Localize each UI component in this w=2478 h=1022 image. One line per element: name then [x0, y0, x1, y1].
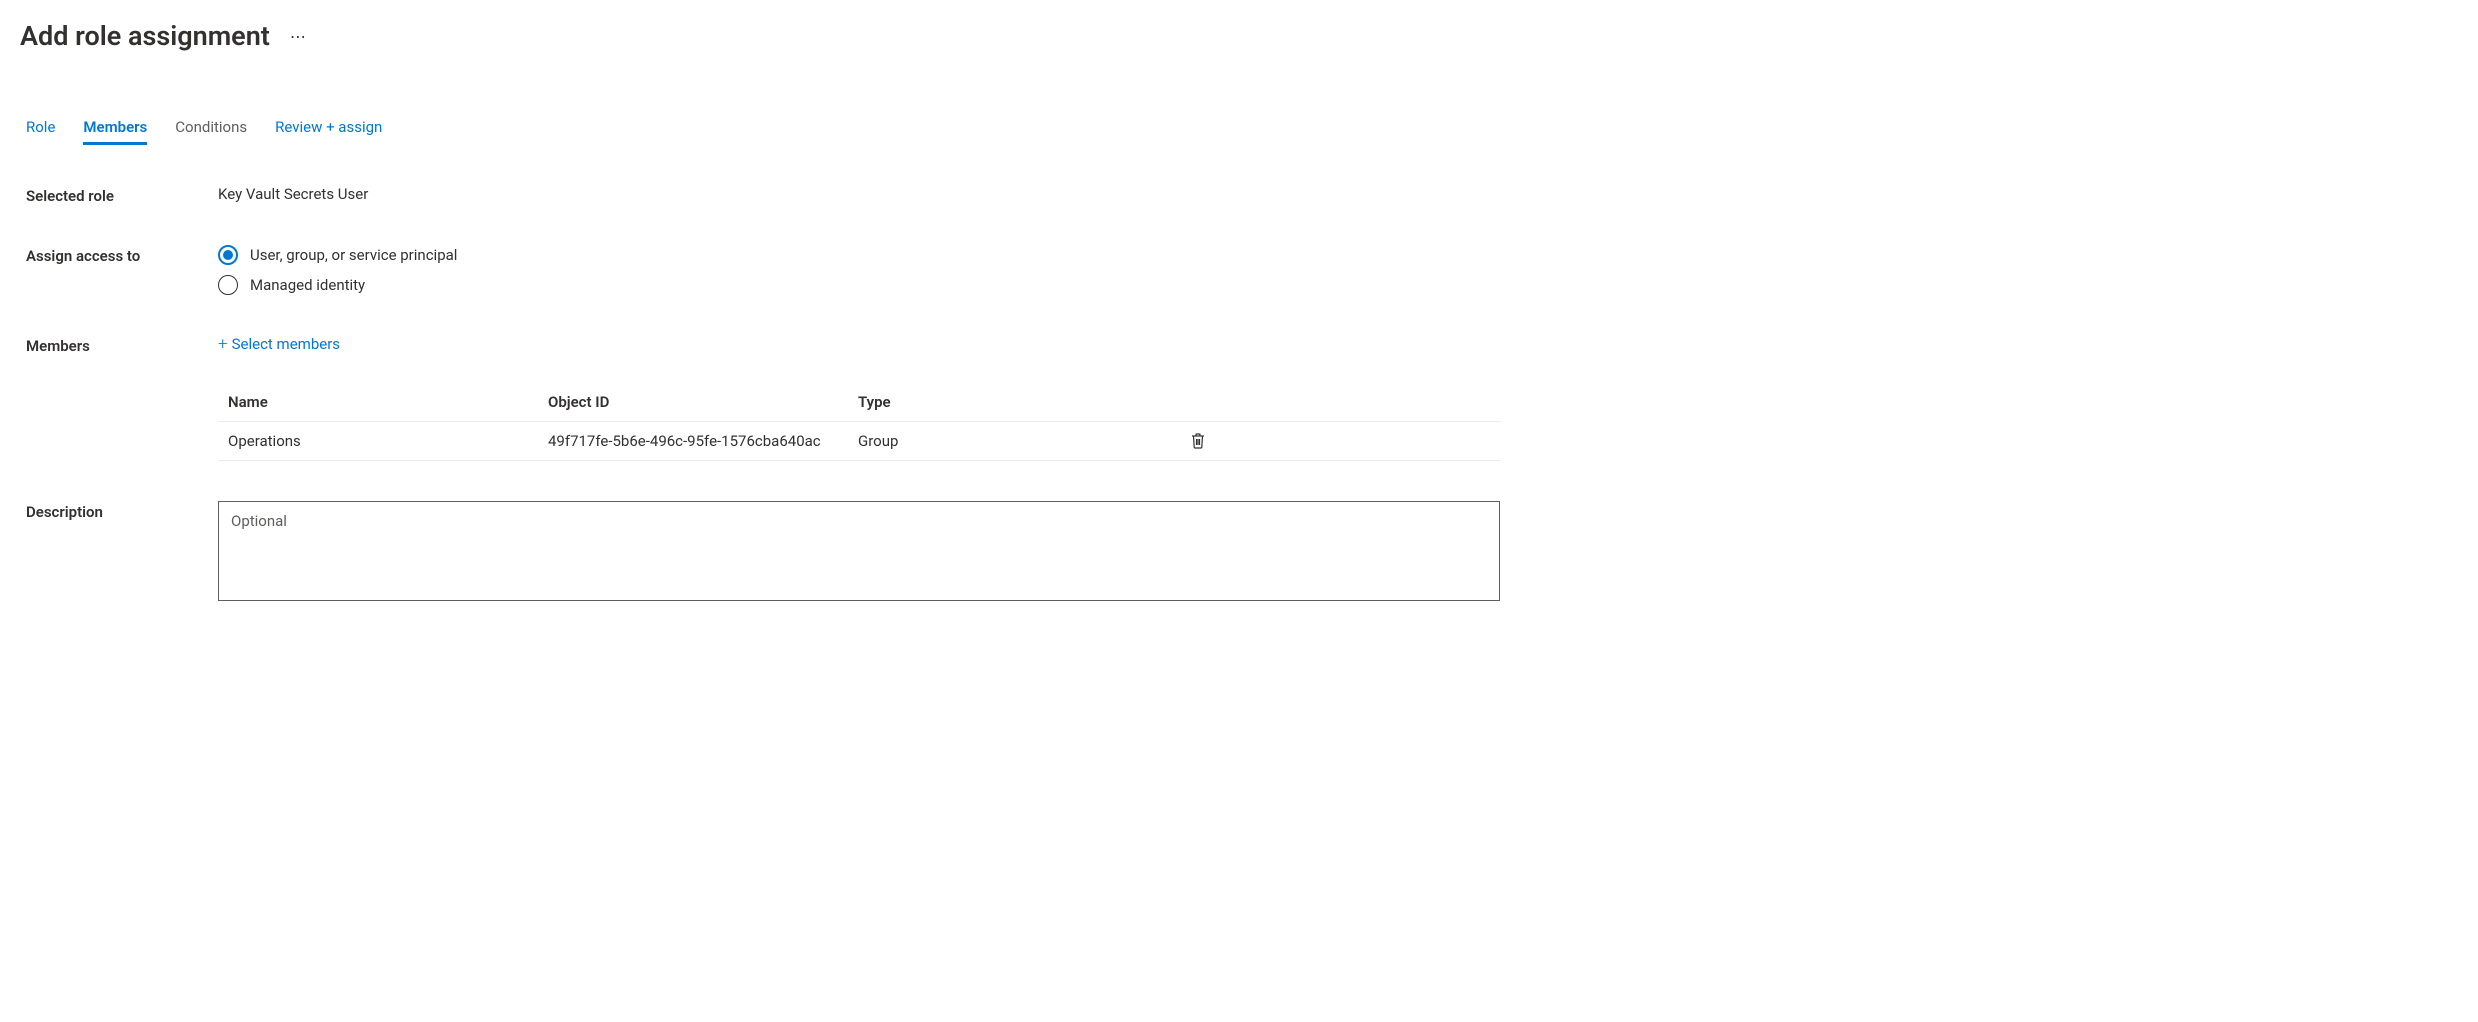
label-selected-role: Selected role — [26, 185, 218, 205]
page-title: Add role assignment — [20, 20, 270, 52]
tabs: Role Members Conditions Review + assign — [20, 112, 2458, 145]
members-value: + Select members Name Object ID Type Ope… — [218, 335, 1500, 461]
radio-icon — [218, 245, 238, 265]
trash-icon — [1190, 432, 1206, 450]
description-input[interactable] — [218, 501, 1500, 601]
col-object-id: Object ID — [548, 393, 858, 411]
cell-name: Operations — [228, 432, 548, 450]
radio-icon — [218, 275, 238, 295]
label-description: Description — [26, 501, 218, 601]
plus-icon: + — [218, 336, 228, 353]
form: Selected role Key Vault Secrets User Ass… — [20, 185, 1500, 601]
more-actions-icon[interactable]: ⋯ — [290, 27, 308, 46]
assign-access-radiogroup: User, group, or service principal Manage… — [218, 245, 1500, 295]
tab-review-assign[interactable]: Review + assign — [275, 112, 382, 145]
page-header: Add role assignment ⋯ — [20, 20, 2458, 52]
select-members-button[interactable]: + Select members — [218, 335, 1500, 353]
cell-type: Group — [858, 432, 1178, 450]
delete-member-button[interactable] — [1178, 432, 1218, 450]
radio-managed-identity[interactable]: Managed identity — [218, 275, 1500, 295]
tab-role[interactable]: Role — [26, 112, 55, 145]
col-name: Name — [228, 393, 548, 411]
label-members: Members — [26, 335, 218, 461]
radio-label-managed: Managed identity — [250, 276, 365, 294]
table-header-row: Name Object ID Type — [218, 383, 1500, 422]
col-type: Type — [858, 393, 1178, 411]
radio-label-user: User, group, or service principal — [250, 246, 457, 264]
table-row: Operations 49f717fe-5b6e-496c-95fe-1576c… — [218, 422, 1500, 461]
tab-conditions[interactable]: Conditions — [175, 112, 247, 145]
value-selected-role: Key Vault Secrets User — [218, 185, 1500, 205]
tab-members[interactable]: Members — [83, 112, 147, 145]
label-assign-access: Assign access to — [26, 245, 218, 295]
radio-user-group-sp[interactable]: User, group, or service principal — [218, 245, 1500, 265]
members-table: Name Object ID Type Operations 49f717fe-… — [218, 383, 1500, 461]
select-members-label: Select members — [232, 335, 340, 353]
cell-object-id: 49f717fe-5b6e-496c-95fe-1576cba640ac — [548, 432, 858, 450]
